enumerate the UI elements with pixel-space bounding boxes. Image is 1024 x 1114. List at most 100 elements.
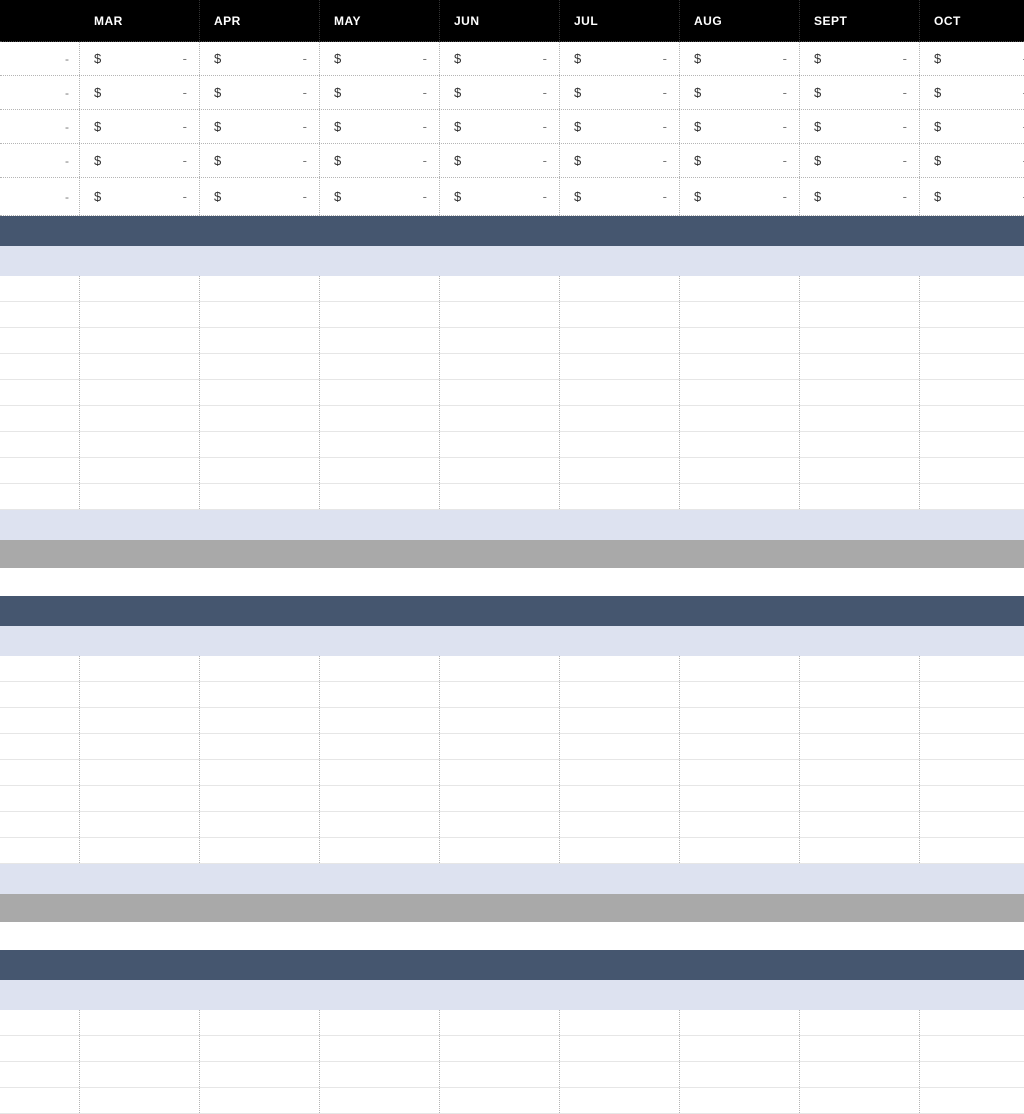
- empty-cell[interactable]: [440, 406, 560, 431]
- empty-cell[interactable]: [680, 1010, 800, 1035]
- col-header[interactable]: JUN: [440, 0, 560, 41]
- empty-cell[interactable]: [440, 328, 560, 353]
- empty-cell[interactable]: [680, 302, 800, 327]
- empty-cell[interactable]: [920, 838, 1024, 863]
- empty-cell[interactable]: [440, 458, 560, 483]
- empty-cell[interactable]: [560, 1010, 680, 1035]
- empty-cell[interactable]: [920, 1010, 1024, 1035]
- empty-cell[interactable]: [680, 708, 800, 733]
- col-header[interactable]: MAR: [80, 0, 200, 41]
- empty-cell[interactable]: [80, 1062, 200, 1087]
- empty-cell[interactable]: [560, 708, 680, 733]
- currency-cell[interactable]: $-: [680, 144, 800, 177]
- empty-cell[interactable]: [680, 1036, 800, 1061]
- empty-cell[interactable]: [320, 682, 440, 707]
- empty-cell[interactable]: [680, 838, 800, 863]
- currency-cell[interactable]: $-: [320, 110, 440, 143]
- empty-cell[interactable]: [560, 484, 680, 509]
- empty-cell[interactable]: [320, 432, 440, 457]
- currency-cell[interactable]: $-: [680, 110, 800, 143]
- empty-cell[interactable]: [200, 1088, 320, 1113]
- currency-cell[interactable]: $-: [920, 42, 1024, 75]
- currency-cell[interactable]: $-: [560, 178, 680, 215]
- empty-cell[interactable]: [80, 458, 200, 483]
- currency-cell[interactable]: $-: [800, 110, 920, 143]
- currency-cell[interactable]: $-: [800, 178, 920, 215]
- currency-cell[interactable]: $-: [200, 144, 320, 177]
- empty-cell[interactable]: [200, 328, 320, 353]
- empty-cell[interactable]: [680, 786, 800, 811]
- currency-cell[interactable]: $-: [200, 42, 320, 75]
- empty-cell[interactable]: [560, 354, 680, 379]
- empty-cell[interactable]: [560, 682, 680, 707]
- empty-cell[interactable]: [200, 708, 320, 733]
- currency-cell[interactable]: $-: [80, 178, 200, 215]
- currency-cell[interactable]: $-: [200, 178, 320, 215]
- empty-cell[interactable]: [440, 734, 560, 759]
- empty-cell[interactable]: [560, 1062, 680, 1087]
- empty-cell[interactable]: [320, 328, 440, 353]
- currency-cell[interactable]: $-: [920, 144, 1024, 177]
- empty-cell[interactable]: [680, 656, 800, 681]
- empty-cell[interactable]: [80, 760, 200, 785]
- empty-cell[interactable]: [200, 656, 320, 681]
- empty-cell[interactable]: [560, 276, 680, 301]
- empty-cell[interactable]: [200, 432, 320, 457]
- empty-cell[interactable]: [320, 484, 440, 509]
- empty-cell[interactable]: [680, 432, 800, 457]
- empty-cell[interactable]: [320, 786, 440, 811]
- empty-cell[interactable]: [200, 302, 320, 327]
- empty-cell[interactable]: [800, 432, 920, 457]
- empty-cell[interactable]: [560, 812, 680, 837]
- empty-cell[interactable]: [440, 1010, 560, 1035]
- empty-cell[interactable]: [200, 484, 320, 509]
- empty-cell[interactable]: [200, 734, 320, 759]
- empty-cell[interactable]: [200, 838, 320, 863]
- empty-cell[interactable]: [800, 786, 920, 811]
- empty-cell[interactable]: [320, 1010, 440, 1035]
- currency-cell[interactable]: $-: [320, 76, 440, 109]
- empty-cell[interactable]: [80, 406, 200, 431]
- empty-cell[interactable]: [320, 708, 440, 733]
- currency-cell[interactable]: $-: [800, 144, 920, 177]
- empty-cell[interactable]: [560, 302, 680, 327]
- currency-cell[interactable]: $-: [800, 76, 920, 109]
- empty-cell[interactable]: [920, 406, 1024, 431]
- empty-cell[interactable]: [560, 432, 680, 457]
- empty-cell[interactable]: [200, 276, 320, 301]
- empty-cell[interactable]: [680, 734, 800, 759]
- empty-cell[interactable]: [440, 786, 560, 811]
- empty-cell[interactable]: [920, 328, 1024, 353]
- currency-cell[interactable]: $-: [920, 178, 1024, 215]
- empty-cell[interactable]: [680, 1088, 800, 1113]
- empty-cell[interactable]: [560, 838, 680, 863]
- empty-cell[interactable]: [920, 484, 1024, 509]
- empty-cell[interactable]: [80, 484, 200, 509]
- empty-cell[interactable]: [440, 1088, 560, 1113]
- empty-cell[interactable]: [800, 708, 920, 733]
- empty-cell[interactable]: [560, 328, 680, 353]
- currency-cell[interactable]: $-: [440, 42, 560, 75]
- empty-cell[interactable]: [680, 276, 800, 301]
- empty-cell[interactable]: [320, 458, 440, 483]
- empty-cell[interactable]: [440, 708, 560, 733]
- currency-cell[interactable]: $-: [320, 42, 440, 75]
- empty-cell[interactable]: [200, 682, 320, 707]
- empty-cell[interactable]: [560, 1088, 680, 1113]
- empty-cell[interactable]: [920, 682, 1024, 707]
- empty-cell[interactable]: [200, 354, 320, 379]
- empty-cell[interactable]: [320, 276, 440, 301]
- empty-cell[interactable]: [800, 838, 920, 863]
- col-header[interactable]: AUG: [680, 0, 800, 41]
- empty-cell[interactable]: [80, 1010, 200, 1035]
- empty-cell[interactable]: [80, 656, 200, 681]
- empty-cell[interactable]: [920, 458, 1024, 483]
- empty-cell[interactable]: [680, 380, 800, 405]
- empty-cell[interactable]: [320, 354, 440, 379]
- empty-cell[interactable]: [560, 380, 680, 405]
- empty-cell[interactable]: [320, 1062, 440, 1087]
- empty-cell[interactable]: [320, 734, 440, 759]
- currency-cell[interactable]: $-: [560, 42, 680, 75]
- empty-cell[interactable]: [200, 812, 320, 837]
- empty-cell[interactable]: [560, 458, 680, 483]
